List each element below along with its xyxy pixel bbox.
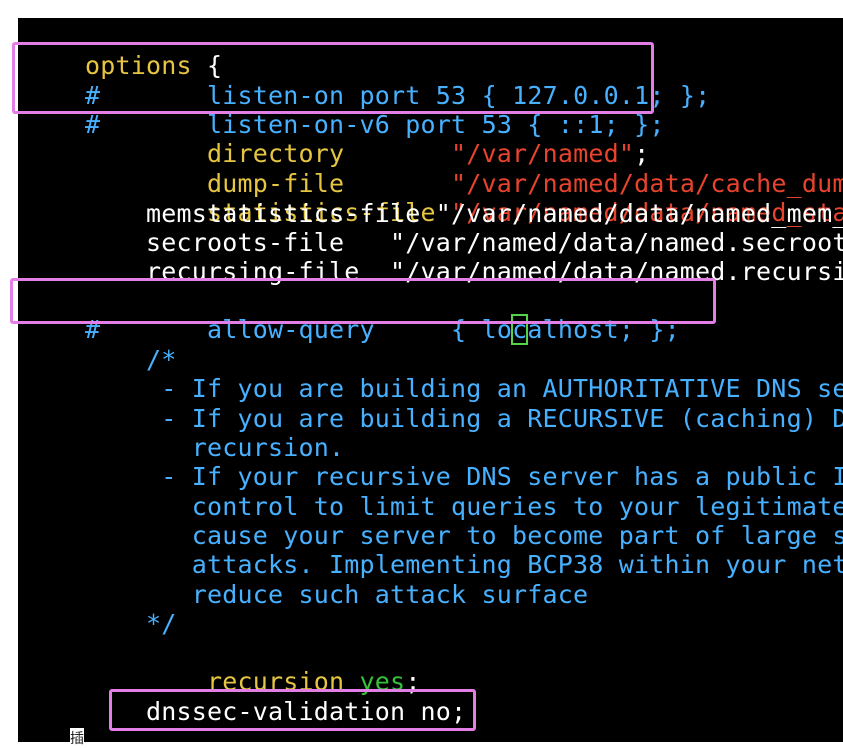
semicolon: ; <box>405 667 421 696</box>
comment-line: - If you are building an AUTHORITATIVE D… <box>24 374 843 403</box>
code-line-recursion: recursion yes; <box>24 638 421 696</box>
code-line-dnssec-validation: dnssec-validation no; <box>24 697 467 726</box>
code-line-directory: directory "/var/named"; <box>24 110 649 168</box>
code-line-allow-query: # allow-query { localhost; }; <box>24 286 680 345</box>
code-line-dump-file: dump-file "/var/named/data/cache_dump.db <box>24 140 843 198</box>
code-line-listen-on-v6: # listen-on-v6 port 53 { ::1; }; <box>24 81 665 139</box>
allow-query-rest: alhost; }; <box>527 315 680 344</box>
code-line-options: options { <box>24 22 222 80</box>
recursion-value: yes <box>344 667 406 696</box>
comment-line: reduce such attack surface <box>24 580 589 609</box>
allow-query-text: allow-query { lo <box>100 315 513 344</box>
code-line-statistics-file: statistics-file "/var/named/data/named_s… <box>24 169 843 227</box>
comment-line: recursion. <box>24 433 345 462</box>
comment-hash: # <box>85 315 101 344</box>
code-line-secroots-file: secroots-file "/var/named/data/named.sec… <box>24 228 843 257</box>
recursion-keyword: recursion <box>85 667 345 696</box>
text-cursor: c <box>511 314 529 345</box>
comment-line: cause your server to become part of larg… <box>24 521 843 550</box>
comment-close: */ <box>24 609 177 638</box>
comment-line: - If you are building a RECURSIVE (cachi… <box>24 404 843 433</box>
terminal-window[interactable]: options { # listen-on port 53 { 127.0.0.… <box>18 18 843 742</box>
code-line-listen-on: # listen-on port 53 { 127.0.0.1; }; <box>24 52 710 110</box>
comment-line: attacks. Implementing BCP38 within your … <box>24 550 843 579</box>
partial-caption: 插 <box>70 728 84 748</box>
comment-line: - If your recursive DNS server has a pub… <box>24 462 843 491</box>
code-line-recursing-file: recursing-file "/var/named/data/named.re… <box>24 257 843 286</box>
comment-line: control to limit queries to your legitim… <box>24 492 843 521</box>
comment-open: /* <box>24 345 177 374</box>
code-line-memstatistics-file: memstatistics-file "/var/named/data/name… <box>24 199 843 228</box>
